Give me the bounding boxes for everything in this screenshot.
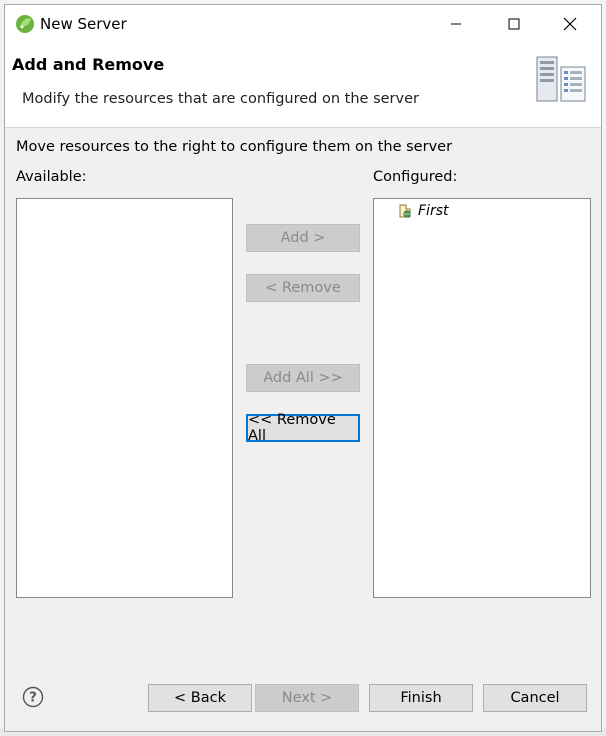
wizard-header: Add and Remove Modify the resources that… xyxy=(5,43,601,128)
help-icon[interactable]: ? xyxy=(22,686,44,708)
server-wizard-banner-icon xyxy=(536,56,586,102)
maximize-button[interactable] xyxy=(491,5,537,43)
remove-button[interactable]: < Remove xyxy=(246,274,360,302)
minimize-icon xyxy=(451,23,461,25)
remove-all-button[interactable]: << Remove All xyxy=(246,412,360,444)
configured-label: Configured: xyxy=(373,169,458,185)
available-list[interactable] xyxy=(16,198,233,598)
add-all-button[interactable]: Add All >> xyxy=(246,364,360,392)
cancel-button[interactable]: Cancel xyxy=(483,684,587,712)
page-title: Add and Remove xyxy=(12,55,165,74)
configured-item-label: First xyxy=(418,203,449,219)
close-button[interactable] xyxy=(547,5,593,43)
eclipse-spring-icon xyxy=(16,15,34,33)
window-title: New Server xyxy=(40,15,127,33)
close-icon xyxy=(563,17,577,31)
title-bar[interactable]: New Server xyxy=(5,5,601,43)
configured-item[interactable]: First xyxy=(398,203,448,219)
available-label: Available: xyxy=(16,169,87,185)
back-button[interactable]: < Back xyxy=(148,684,252,712)
new-server-dialog: New Server Add and Remove Modify the res… xyxy=(4,4,602,732)
finish-button[interactable]: Finish xyxy=(369,684,473,712)
maximize-icon xyxy=(508,18,520,30)
instruction-text: Move resources to the right to configure… xyxy=(16,139,453,155)
add-button[interactable]: Add > xyxy=(246,224,360,252)
svg-text:?: ? xyxy=(29,691,37,706)
configured-list[interactable]: First xyxy=(373,198,591,598)
web-project-icon xyxy=(399,204,411,218)
next-button[interactable]: Next > xyxy=(255,684,359,712)
minimize-button[interactable] xyxy=(433,5,479,43)
page-description: Modify the resources that are configured… xyxy=(22,91,419,107)
